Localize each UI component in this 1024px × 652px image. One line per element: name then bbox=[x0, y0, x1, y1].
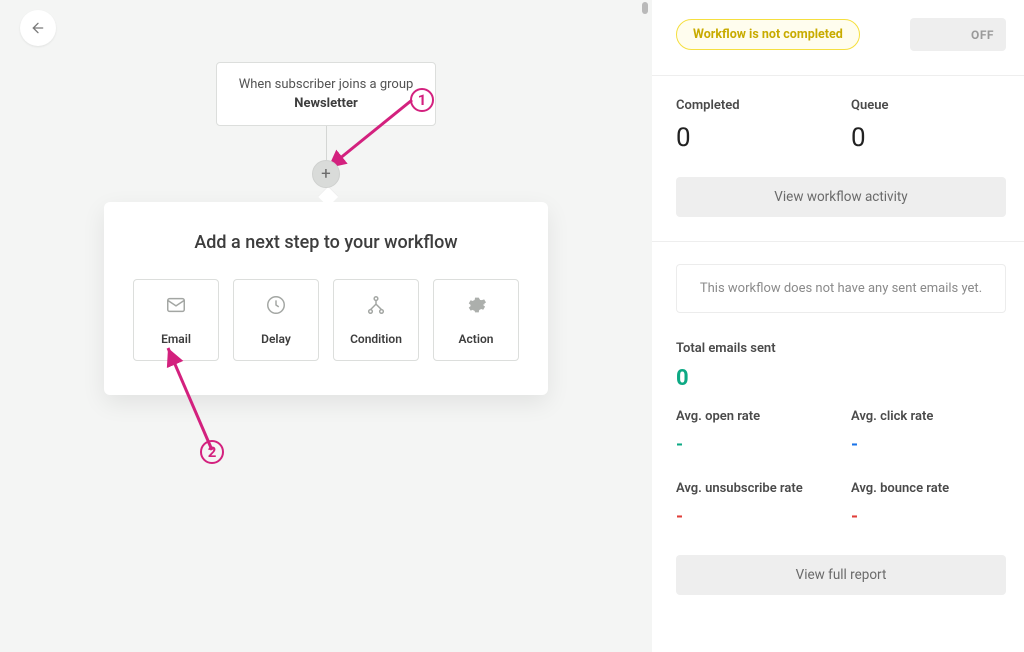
plus-icon: + bbox=[321, 164, 331, 184]
back-button[interactable] bbox=[20, 10, 56, 46]
unsub-rate-label: Avg. unsubscribe rate bbox=[676, 481, 831, 496]
step-type-panel: Add a next step to your workflow Email D… bbox=[104, 202, 548, 395]
scrollbar-thumb[interactable] bbox=[642, 2, 648, 14]
trigger-group-name: Newsletter bbox=[233, 96, 419, 111]
unsub-rate-value: - bbox=[676, 506, 831, 527]
click-rate-label: Avg. click rate bbox=[851, 409, 1006, 424]
total-emails-value: 0 bbox=[676, 366, 1006, 391]
step-option-action[interactable]: Action bbox=[433, 279, 519, 361]
step-option-condition[interactable]: Condition bbox=[333, 279, 419, 361]
workflow-status-pill: Workflow is not completed bbox=[676, 19, 860, 50]
view-full-report-button[interactable]: View full report bbox=[676, 555, 1006, 595]
trigger-node[interactable]: When subscriber joins a group Newsletter bbox=[216, 62, 436, 126]
connector-line bbox=[326, 126, 327, 160]
divider bbox=[652, 75, 1024, 76]
no-emails-note: This workflow does not have any sent ema… bbox=[676, 264, 1006, 313]
step-option-label: Condition bbox=[350, 332, 402, 346]
step-option-label: Delay bbox=[261, 332, 291, 346]
step-option-delay[interactable]: Delay bbox=[233, 279, 319, 361]
gear-icon bbox=[465, 294, 487, 320]
divider bbox=[652, 241, 1024, 242]
email-icon bbox=[165, 294, 187, 320]
step-option-label: Action bbox=[459, 332, 494, 346]
total-emails-label: Total emails sent bbox=[676, 341, 1006, 356]
queue-value: 0 bbox=[851, 123, 1006, 153]
step-option-email[interactable]: Email bbox=[133, 279, 219, 361]
workflow-canvas: When subscriber joins a group Newsletter… bbox=[0, 0, 652, 652]
panel-title: Add a next step to your workflow bbox=[130, 232, 522, 253]
open-rate-label: Avg. open rate bbox=[676, 409, 831, 424]
queue-label: Queue bbox=[851, 98, 1006, 113]
trigger-description: When subscriber joins a group bbox=[233, 77, 419, 92]
completed-value: 0 bbox=[676, 123, 831, 153]
toggle-label: OFF bbox=[971, 28, 994, 42]
step-option-label: Email bbox=[161, 332, 191, 346]
annotation-badge-2: 2 bbox=[200, 440, 224, 464]
workflow-toggle[interactable]: OFF bbox=[910, 18, 1006, 51]
arrow-left-icon bbox=[30, 20, 46, 36]
click-rate-value: - bbox=[851, 434, 1006, 455]
branch-icon bbox=[365, 294, 387, 320]
open-rate-value: - bbox=[676, 434, 831, 455]
bounce-rate-value: - bbox=[851, 506, 1006, 527]
clock-icon bbox=[265, 294, 287, 320]
completed-label: Completed bbox=[676, 98, 831, 113]
view-activity-button[interactable]: View workflow activity bbox=[676, 177, 1006, 217]
sidebar-panel: Workflow is not completed OFF Completed … bbox=[652, 0, 1024, 652]
bounce-rate-label: Avg. bounce rate bbox=[851, 481, 1006, 496]
add-step-node[interactable]: + bbox=[312, 160, 340, 188]
